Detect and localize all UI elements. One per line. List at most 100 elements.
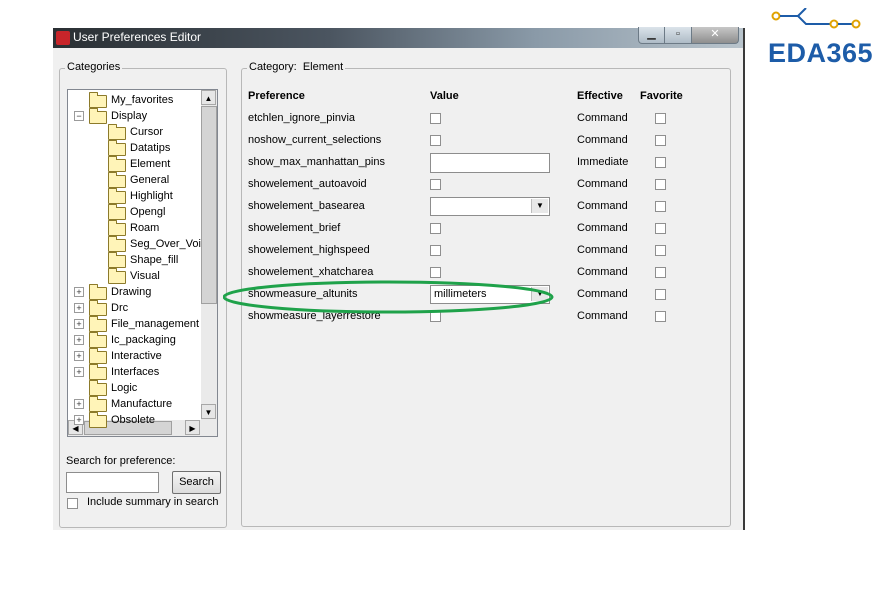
value-dropdown[interactable]: ▼ [430, 197, 550, 216]
value-checkbox[interactable] [430, 245, 441, 256]
folder-icon [89, 412, 107, 428]
tree-item[interactable]: Opengl [68, 204, 200, 220]
collapse-icon[interactable]: − [74, 111, 84, 121]
favorite-checkbox[interactable] [655, 135, 666, 146]
tree-item[interactable]: + File_management [68, 316, 200, 332]
expand-icon[interactable]: + [74, 399, 84, 409]
tree-item[interactable]: Roam [68, 220, 200, 236]
expand-icon[interactable]: + [74, 303, 84, 313]
categories-label: Categories [65, 61, 123, 73]
expand-icon[interactable]: + [74, 287, 84, 297]
chevron-down-icon[interactable]: ▼ [531, 199, 548, 213]
value-checkbox[interactable] [430, 179, 441, 190]
tree-item-label: Interactive [111, 350, 162, 362]
tree-item[interactable]: Datatips [68, 140, 200, 156]
folder-icon [89, 108, 107, 124]
user-preferences-window: User Preferences Editor ▁ ▫ ✕ Categories… [53, 27, 745, 530]
tree-vertical-scrollbar[interactable]: ▲ ▼ [201, 90, 217, 420]
tree-item[interactable]: Visual [68, 268, 200, 284]
expand-icon[interactable]: + [74, 351, 84, 361]
expand-icon[interactable]: + [74, 415, 84, 425]
favorite-checkbox[interactable] [655, 201, 666, 212]
search-input[interactable] [66, 472, 159, 493]
tree-item-label: Opengl [130, 206, 166, 218]
expand-icon[interactable]: + [74, 367, 84, 377]
preference-name: noshow_current_selections [248, 134, 382, 146]
value-checkbox[interactable] [430, 267, 441, 278]
maximize-button[interactable]: ▫ [664, 27, 692, 44]
tree-item[interactable]: Highlight [68, 188, 200, 204]
tree-item[interactable]: − Display [68, 108, 200, 124]
favorite-checkbox[interactable] [655, 113, 666, 124]
tree-item[interactable]: Shape_fill [68, 252, 200, 268]
effective-value: Command [577, 266, 628, 278]
tree-item[interactable]: Cursor [68, 124, 200, 140]
folder-icon [89, 364, 107, 380]
tree-item[interactable]: + Interfaces [68, 364, 200, 380]
effective-value: Command [577, 288, 628, 300]
tree-item[interactable]: My_favorites [68, 92, 200, 108]
include-summary-checkbox[interactable] [67, 498, 78, 509]
effective-value: Command [577, 134, 628, 146]
tree-item-label: File_management [111, 318, 200, 330]
tree-item[interactable]: + Ic_packaging [68, 332, 200, 348]
favorite-checkbox[interactable] [655, 267, 666, 278]
effective-value: Command [577, 222, 628, 234]
expand-icon[interactable]: + [74, 319, 84, 329]
preference-name: showelement_xhatcharea [248, 266, 374, 278]
value-checkbox[interactable] [430, 223, 441, 234]
scroll-up-icon[interactable]: ▲ [201, 90, 216, 105]
favorite-checkbox[interactable] [655, 245, 666, 256]
value-checkbox[interactable] [430, 113, 441, 124]
tree-item[interactable]: Seg_Over_Voi [68, 236, 201, 252]
folder-icon [108, 252, 126, 268]
effective-value: Command [577, 244, 628, 256]
favorite-checkbox[interactable] [655, 157, 666, 168]
tree-item[interactable]: + Manufacture [68, 396, 200, 412]
folder-icon [108, 236, 126, 252]
preference-name: show_max_manhattan_pins [248, 156, 385, 168]
folder-icon [108, 220, 126, 236]
preference-name: showelement_basearea [248, 200, 365, 212]
preference-name: showelement_highspeed [248, 244, 370, 256]
favorite-checkbox[interactable] [655, 289, 666, 300]
tree-item-label: Cursor [130, 126, 164, 138]
circuit-logo-icon [771, 8, 861, 29]
folder-icon [89, 300, 107, 316]
expand-icon[interactable]: + [74, 335, 84, 345]
tree-item[interactable]: + Interactive [68, 348, 200, 364]
preference-header: Preference [248, 90, 305, 102]
tree-item[interactable]: + Obsolete [68, 412, 200, 428]
value-checkbox[interactable] [430, 135, 441, 146]
folder-icon [89, 380, 107, 396]
folder-icon [108, 188, 126, 204]
tree-item-label: Roam [130, 222, 160, 234]
category-tree[interactable]: ▲ ▼ ◀ ▶ My_favorites − Display Cursor Datati… [67, 89, 218, 437]
favorite-checkbox[interactable] [655, 223, 666, 234]
close-button[interactable]: ✕ [691, 27, 739, 44]
search-button[interactable]: Search [172, 471, 221, 494]
value-header: Value [430, 90, 459, 102]
tree-item[interactable]: + Drawing [68, 284, 200, 300]
favorite-checkbox[interactable] [655, 311, 666, 322]
tree-item-label: Ic_packaging [111, 334, 176, 346]
app-icon [56, 31, 70, 45]
tree-item[interactable]: + Drc [68, 300, 200, 316]
folder-icon [108, 268, 126, 284]
tree-item[interactable]: Element [68, 156, 200, 172]
folder-icon [108, 140, 126, 156]
tree-item[interactable]: General [68, 172, 200, 188]
include-summary-label: Include summary in search [87, 496, 219, 508]
scroll-down-icon[interactable]: ▼ [201, 404, 216, 419]
effective-value: Command [577, 112, 628, 124]
tree-item-label: Seg_Over_Voi [130, 238, 201, 250]
tree-item-label: Element [130, 158, 171, 170]
title-bar[interactable]: User Preferences Editor ▁ ▫ ✕ [53, 27, 743, 48]
eda365-logo: EDA365 [768, 38, 874, 68]
scroll-thumb[interactable] [201, 106, 217, 304]
favorite-checkbox[interactable] [655, 179, 666, 190]
tree-item[interactable]: Logic [68, 380, 200, 396]
minimize-button[interactable]: ▁ [638, 27, 665, 44]
value-text-input[interactable] [430, 153, 550, 173]
preference-name: showelement_autoavoid [248, 178, 367, 190]
